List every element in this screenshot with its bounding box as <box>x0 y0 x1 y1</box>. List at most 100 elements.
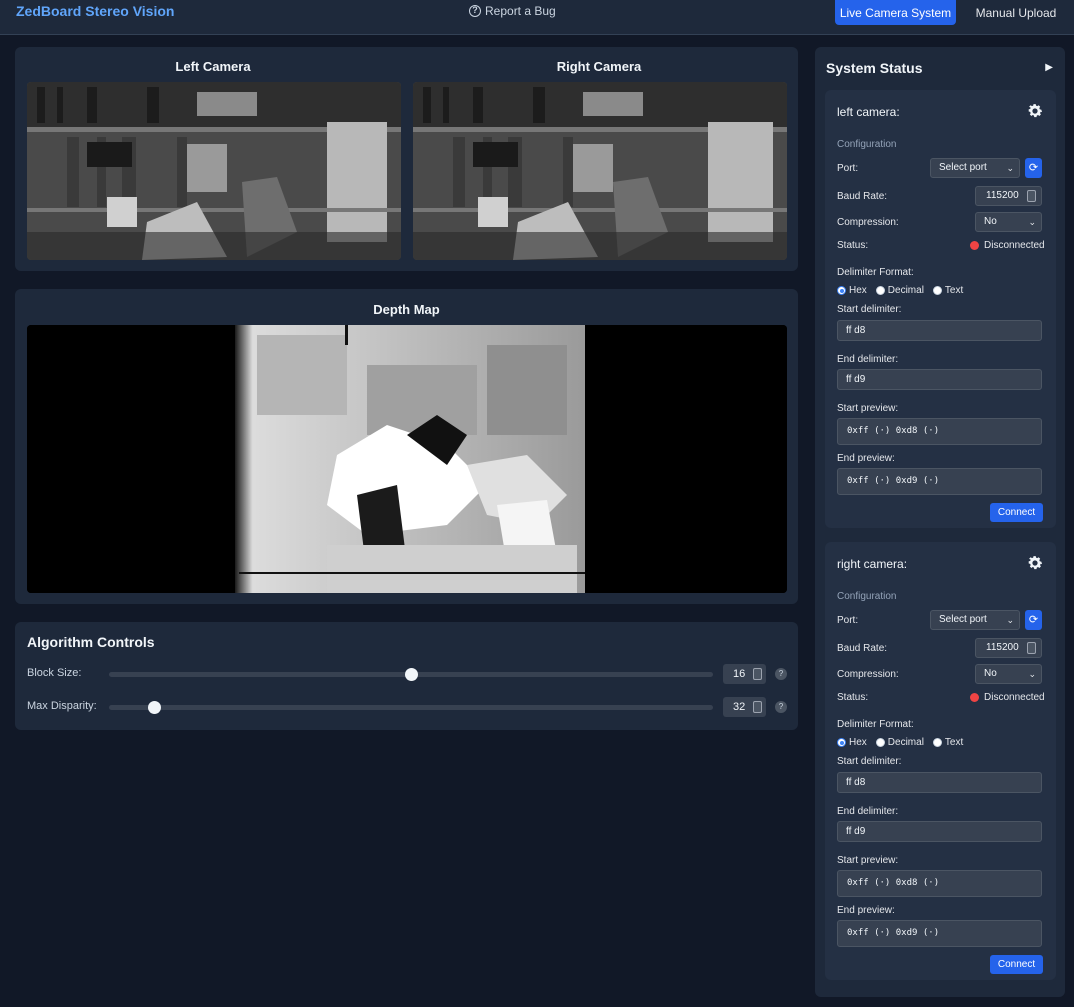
radio-text[interactable]: Text <box>932 737 963 748</box>
baud-rate-label: Baud Rate: <box>837 643 888 654</box>
help-icon[interactable]: ? <box>775 701 787 713</box>
baud-rate-input[interactable]: 115200 <box>975 186 1042 206</box>
report-bug-label: Report a Bug <box>485 4 556 18</box>
camera-card-title: left camera: <box>837 105 900 119</box>
end-preview-field: 0xff (·) 0xd9 (·) <box>837 468 1042 495</box>
status-badge: Disconnected <box>970 240 1045 251</box>
end-delimiter-input[interactable]: ff d9 <box>837 369 1042 390</box>
end-delimiter-label: End delimiter: <box>837 806 899 817</box>
camera-card-title: right camera: <box>837 557 908 571</box>
camera-feeds-panel: Left Camera Right Camera <box>15 47 798 271</box>
end-preview-label: End preview: <box>837 905 895 916</box>
port-select[interactable]: Select port ⌄ <box>930 158 1020 178</box>
chevron-down-icon: ⌄ <box>1006 615 1014 625</box>
end-delimiter-input[interactable]: ff d9 <box>837 821 1042 842</box>
block-size-value: 16 <box>733 668 746 680</box>
baud-rate-value: 115200 <box>986 190 1019 201</box>
radio-hex[interactable]: Hex <box>837 737 867 748</box>
port-label: Port: <box>837 615 859 626</box>
port-select-value: Select port <box>939 162 987 173</box>
refresh-ports-button[interactable]: ⟳ <box>1025 610 1042 630</box>
system-status-panel: System Status ▶ left camera: Configurati… <box>815 47 1065 997</box>
configuration-heading: Configuration <box>837 139 897 150</box>
block-size-slider-thumb[interactable] <box>405 668 418 681</box>
chevron-down-icon: ⌄ <box>1028 669 1036 679</box>
app-title[interactable]: ZedBoard Stereo Vision <box>16 3 174 19</box>
delimiter-format-label: Delimiter Format: <box>837 719 914 730</box>
radio-decimal-label: Decimal <box>887 737 924 748</box>
refresh-ports-button[interactable]: ⟳ <box>1025 158 1042 178</box>
radio-checked-icon <box>837 286 846 295</box>
report-bug-link[interactable]: ? Report a Bug <box>469 4 556 18</box>
delimiter-format-group: Hex Decimal Text <box>837 285 963 296</box>
radio-text-label: Text <box>944 285 964 296</box>
status-text: Disconnected <box>984 692 1045 703</box>
max-disparity-slider-thumb[interactable] <box>148 701 162 714</box>
depth-map-image <box>27 325 787 593</box>
tab-manual-upload[interactable]: Manual Upload <box>970 0 1062 25</box>
radio-decimal[interactable]: Decimal <box>875 285 924 296</box>
spinner-icon[interactable] <box>1027 190 1036 202</box>
connect-button[interactable]: Connect <box>990 955 1043 974</box>
start-delimiter-label: Start delimiter: <box>837 756 902 767</box>
max-disparity-slider[interactable] <box>109 701 713 714</box>
tab-live-camera-system[interactable]: Live Camera System <box>835 0 956 25</box>
max-disparity-input[interactable]: 32 <box>723 697 766 717</box>
status-dot-icon <box>970 693 979 702</box>
baud-rate-input[interactable]: 115200 <box>975 638 1042 658</box>
radio-unchecked-icon <box>875 286 885 295</box>
help-circle-icon: ? <box>469 5 481 17</box>
radio-hex-label: Hex <box>849 285 867 296</box>
top-nav: ZedBoard Stereo Vision ? Report a Bug Li… <box>0 0 1074 35</box>
radio-hex[interactable]: Hex <box>837 285 867 296</box>
start-preview-label: Start preview: <box>837 403 899 414</box>
help-icon[interactable]: ? <box>775 668 787 680</box>
configuration-heading: Configuration <box>837 591 897 602</box>
block-size-label: Block Size: <box>27 667 82 679</box>
end-preview-field: 0xff (·) 0xd9 (·) <box>837 920 1042 947</box>
radio-text[interactable]: Text <box>932 285 964 296</box>
status-badge: Disconnected <box>970 692 1045 703</box>
delimiter-format-group: Hex Decimal Text <box>837 737 963 748</box>
radio-decimal-label: Decimal <box>887 285 924 296</box>
status-dot-icon <box>970 241 979 250</box>
baud-rate-label: Baud Rate: <box>837 191 888 202</box>
compression-select[interactable]: No ⌄ <box>975 664 1042 684</box>
start-delimiter-input[interactable]: ff d8 <box>837 320 1042 341</box>
compression-value: No <box>984 216 997 227</box>
status-text: Disconnected <box>984 240 1045 251</box>
radio-unchecked-icon <box>932 738 942 747</box>
status-label: Status: <box>837 692 869 703</box>
port-label: Port: <box>837 163 859 174</box>
start-delimiter-input[interactable]: ff d8 <box>837 772 1042 793</box>
block-size-slider[interactable] <box>109 668 713 681</box>
right-camera-card: right camera: Configuration Port: Select… <box>825 542 1056 980</box>
block-size-input[interactable]: 16 <box>723 664 766 684</box>
start-preview-field: 0xff (·) 0xd8 (·) <box>837 418 1042 445</box>
end-preview-label: End preview: <box>837 453 895 464</box>
depth-map-title: Depth Map <box>373 302 440 317</box>
right-camera-title: Right Camera <box>556 59 642 74</box>
spinner-icon[interactable] <box>753 701 762 713</box>
connect-button[interactable]: Connect <box>990 503 1043 522</box>
gear-icon[interactable] <box>1026 554 1044 572</box>
port-select[interactable]: Select port ⌄ <box>930 610 1020 630</box>
spinner-icon[interactable] <box>753 668 762 680</box>
compression-value: No <box>984 668 997 679</box>
compression-select[interactable]: No ⌄ <box>975 212 1042 232</box>
right-camera-image <box>413 82 787 260</box>
radio-decimal[interactable]: Decimal <box>875 737 924 748</box>
radio-checked-icon <box>837 738 846 747</box>
algorithm-controls-panel: Algorithm Controls Block Size: 16 ? Max … <box>15 622 798 730</box>
gear-icon[interactable] <box>1026 102 1044 120</box>
start-preview-label: Start preview: <box>837 855 899 866</box>
spinner-icon[interactable] <box>1027 642 1036 654</box>
max-disparity-row: Max Disparity: 32 ? <box>27 696 787 718</box>
port-select-value: Select port <box>939 614 987 625</box>
radio-unchecked-icon <box>932 286 942 295</box>
start-delimiter-label: Start delimiter: <box>837 304 902 315</box>
system-status-title: System Status <box>826 60 923 76</box>
chevron-down-icon: ⌄ <box>1006 163 1014 173</box>
collapse-arrow-icon[interactable]: ▶ <box>1045 62 1053 73</box>
block-size-row: Block Size: 16 ? <box>27 663 787 685</box>
